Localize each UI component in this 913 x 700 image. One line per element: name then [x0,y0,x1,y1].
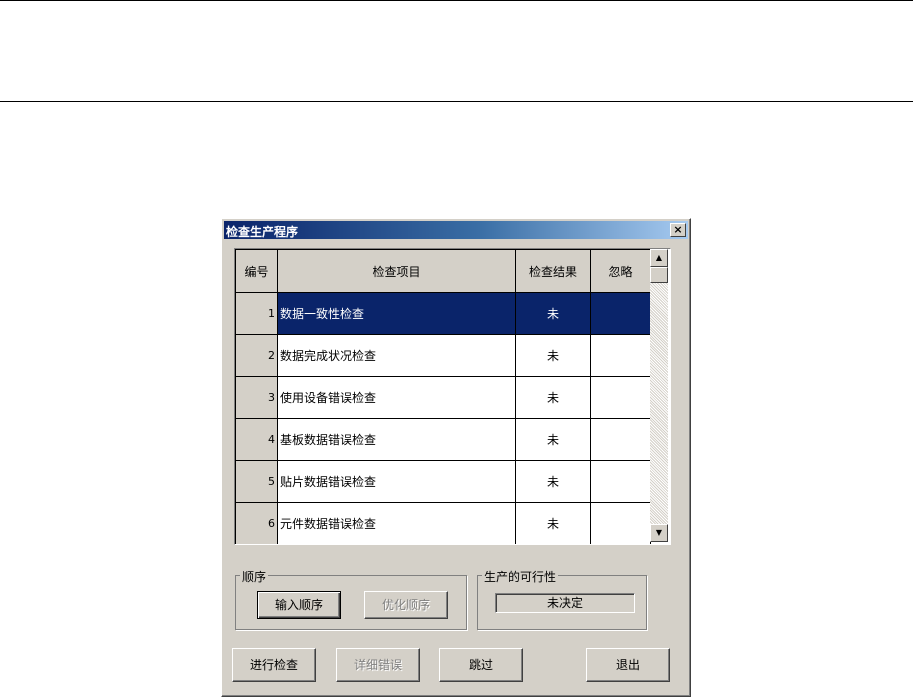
input-order-button[interactable]: 输入顺序 [257,591,341,619]
row-number-cell: 2 [235,334,278,377]
row-number-cell: 4 [235,418,278,461]
check-result-cell[interactable]: 未 [515,460,591,503]
table-row[interactable]: 3 使用设备错误检查 未 [235,376,651,419]
check-item-cell[interactable]: 基板数据错误检查 [277,418,516,461]
row-number-cell: 1 [235,292,278,335]
check-item-cell[interactable]: 使用设备错误检查 [277,376,516,419]
ignore-cell[interactable] [590,460,651,503]
row-number-cell: 5 [235,460,278,503]
check-result-cell[interactable]: 未 [515,376,591,419]
row-number-cell: 6 [235,502,278,544]
table-row[interactable]: 4 基板数据错误检查 未 [235,418,651,461]
arrow-up-icon: ▲ [655,253,663,262]
check-items-table: 编号 检查项目 检查结果 忽略 1 数据一致性检查 未 2 数据完成状况检查 未… [235,249,651,544]
header-divider-line [0,101,913,102]
vertical-scrollbar[interactable]: ▲ ▼ [650,249,668,542]
scroll-thumb[interactable] [650,267,668,283]
title-bar[interactable]: 检查生产程序 × [224,221,688,239]
table-header-row: 编号 检查项目 检查结果 忽略 [235,249,651,293]
ignore-cell[interactable] [590,292,651,335]
error-details-button[interactable]: 详细错误 [336,648,420,682]
optimize-order-button[interactable]: 优化顺序 [364,591,448,619]
check-items-grid[interactable]: 编号 检查项目 检查结果 忽略 1 数据一致性检查 未 2 数据完成状况检查 未… [234,248,671,545]
ignore-cell[interactable] [590,418,651,461]
skip-button[interactable]: 跳过 [439,648,523,682]
order-groupbox: 顺序 输入顺序 优化顺序 [235,568,467,630]
check-item-cell[interactable]: 数据完成状况检查 [277,334,516,377]
table-row[interactable]: 2 数据完成状况检查 未 [235,334,651,377]
production-feasibility-groupbox: 生产的可行性 未决定 [477,568,647,630]
check-result-cell[interactable]: 未 [515,334,591,377]
exit-button[interactable]: 退出 [586,648,670,682]
scroll-up-button[interactable]: ▲ [650,249,668,267]
header-ignore[interactable]: 忽略 [590,249,651,293]
table-row[interactable]: 5 贴片数据错误检查 未 [235,460,651,503]
close-icon: × [673,223,683,236]
ignore-cell[interactable] [590,502,651,544]
check-production-program-dialog: 检查生产程序 × 编号 检查项目 检查结果 忽略 1 数据一致性检查 未 2 数… [221,218,691,697]
arrow-down-icon: ▼ [655,528,663,537]
dialog-title: 检查生产程序 [226,225,299,239]
header-check-item[interactable]: 检查项目 [277,249,516,293]
ignore-cell[interactable] [590,334,651,377]
check-item-cell[interactable]: 数据一致性检查 [277,292,516,335]
row-number-cell: 3 [235,376,278,419]
check-item-cell[interactable]: 贴片数据错误检查 [277,460,516,503]
feasibility-group-label: 生产的可行性 [482,568,559,585]
close-button[interactable]: × [670,223,686,237]
run-check-button[interactable]: 进行检查 [232,648,316,682]
top-divider-line [0,0,913,1]
scroll-down-button[interactable]: ▼ [650,524,668,542]
check-result-cell[interactable]: 未 [515,418,591,461]
order-group-label: 顺序 [240,568,269,585]
feasibility-status-field: 未决定 [495,593,635,613]
header-number[interactable]: 编号 [235,249,278,293]
table-row[interactable]: 1 数据一致性检查 未 [235,292,651,335]
check-result-cell[interactable]: 未 [515,502,591,544]
ignore-cell[interactable] [590,376,651,419]
header-check-result[interactable]: 检查结果 [515,249,591,293]
check-result-cell[interactable]: 未 [515,292,591,335]
table-row[interactable]: 6 元件数据错误检查 未 [235,502,651,544]
check-item-cell[interactable]: 元件数据错误检查 [277,502,516,544]
